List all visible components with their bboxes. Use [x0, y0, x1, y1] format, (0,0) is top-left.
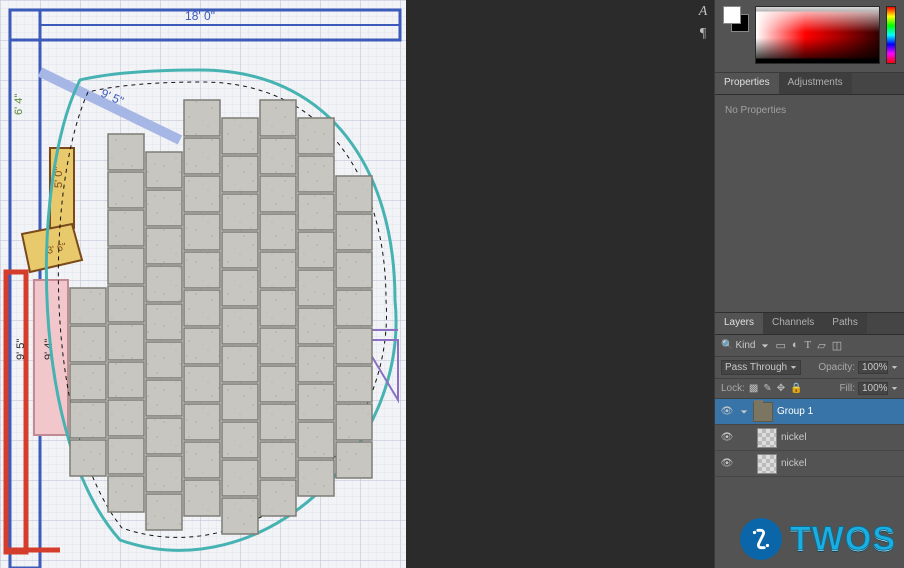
visibility-toggle-icon[interactable]: 👁 [719, 432, 735, 443]
tab-properties[interactable]: Properties [715, 73, 779, 94]
group-expand-toggle[interactable] [739, 407, 749, 417]
lock-all-icon[interactable]: 🔒 [790, 383, 802, 394]
watermark-logo-icon [740, 518, 782, 560]
filter-kind-label[interactable]: 🔍 Kind [721, 340, 755, 351]
layer-row-group[interactable]: 👁 Group 1 [715, 399, 904, 425]
dim-far-left: 6' 4" [13, 94, 25, 115]
watermark: TWOS [740, 518, 896, 560]
dim-left: 9' 5" [15, 339, 27, 360]
foreground-swatch[interactable] [723, 6, 741, 24]
lock-position-icon[interactable]: ✥ [777, 383, 785, 394]
layer-row[interactable]: 👁 nickel [715, 425, 904, 451]
filter-shape-icon[interactable]: ▱ [817, 339, 825, 352]
properties-tabs: Properties Adjustments [715, 73, 904, 95]
opacity-label: Opacity: [818, 362, 855, 373]
layer-list: 👁 Group 1 👁 nickel 👁 nickel [715, 399, 904, 477]
fill-input[interactable]: 100% [858, 382, 888, 395]
folder-icon [753, 402, 773, 422]
lock-transparent-icon[interactable]: ▩ [749, 383, 758, 394]
blend-mode-value: Pass Through [725, 362, 787, 373]
fg-bg-swatches[interactable] [723, 6, 749, 32]
layers-panel: 🔍 Kind ▭ ◐ T ▱ ◫ Pass Through Opacity: 1… [715, 335, 904, 477]
layer-filter-row: 🔍 Kind ▭ ◐ T ▱ ◫ [715, 335, 904, 357]
layer-row[interactable]: 👁 nickel [715, 451, 904, 477]
filter-kind-dropdown[interactable] [759, 340, 771, 352]
floorplan-drawing: 18' 0" 9' 5" 6' 4" 5' 0" 3' 6" 9' 5" 9' … [0, 0, 406, 568]
tab-paths[interactable]: Paths [823, 313, 867, 334]
lock-label: Lock: [721, 383, 745, 394]
type-tool-rail: A ¶ [694, 0, 712, 42]
visibility-toggle-icon[interactable]: 👁 [719, 458, 735, 469]
right-panels: Properties Adjustments No Properties Lay… [714, 0, 904, 568]
filter-adjust-icon[interactable]: ◐ [792, 339, 799, 352]
canvas-background[interactable] [406, 0, 714, 568]
layer-name[interactable]: nickel [781, 458, 904, 469]
layers-tabs: Layers Channels Paths [715, 313, 904, 335]
tab-adjustments[interactable]: Adjustments [779, 73, 852, 94]
layer-name[interactable]: Group 1 [777, 406, 904, 417]
filter-type-icon[interactable]: T [805, 339, 812, 352]
blend-mode-select[interactable]: Pass Through [721, 360, 801, 375]
tab-channels[interactable]: Channels [763, 313, 823, 334]
dim-top: 18' 0" [185, 9, 215, 23]
lock-row: Lock: ▩ ✎ ✥ 🔒 Fill: 100% [715, 379, 904, 399]
opacity-input[interactable]: 100% [858, 361, 888, 374]
properties-body: No Properties [715, 95, 904, 313]
layer-thumbnail[interactable] [757, 454, 777, 474]
blend-mode-row: Pass Through Opacity: 100% [715, 357, 904, 379]
document-canvas[interactable]: 18' 0" 9' 5" 6' 4" 5' 0" 3' 6" 9' 5" 9' … [0, 0, 406, 568]
color-field[interactable] [755, 6, 880, 64]
tab-layers[interactable]: Layers [715, 313, 763, 334]
hue-slider[interactable] [886, 6, 896, 64]
filter-smart-icon[interactable]: ◫ [832, 339, 842, 352]
watermark-text: TWOS [790, 520, 896, 559]
filter-pixel-icon[interactable]: ▭ [775, 339, 785, 352]
layer-name[interactable]: nickel [781, 432, 904, 443]
lock-paint-icon[interactable]: ✎ [763, 383, 771, 394]
no-properties-message: No Properties [725, 105, 786, 116]
visibility-toggle-icon[interactable]: 👁 [719, 406, 735, 417]
text-align-tool-icon[interactable]: A [699, 4, 708, 20]
fill-label: Fill: [839, 383, 855, 394]
layer-thumbnail[interactable] [757, 428, 777, 448]
paragraph-tool-icon[interactable]: ¶ [700, 26, 706, 42]
color-picker-panel [715, 0, 904, 73]
